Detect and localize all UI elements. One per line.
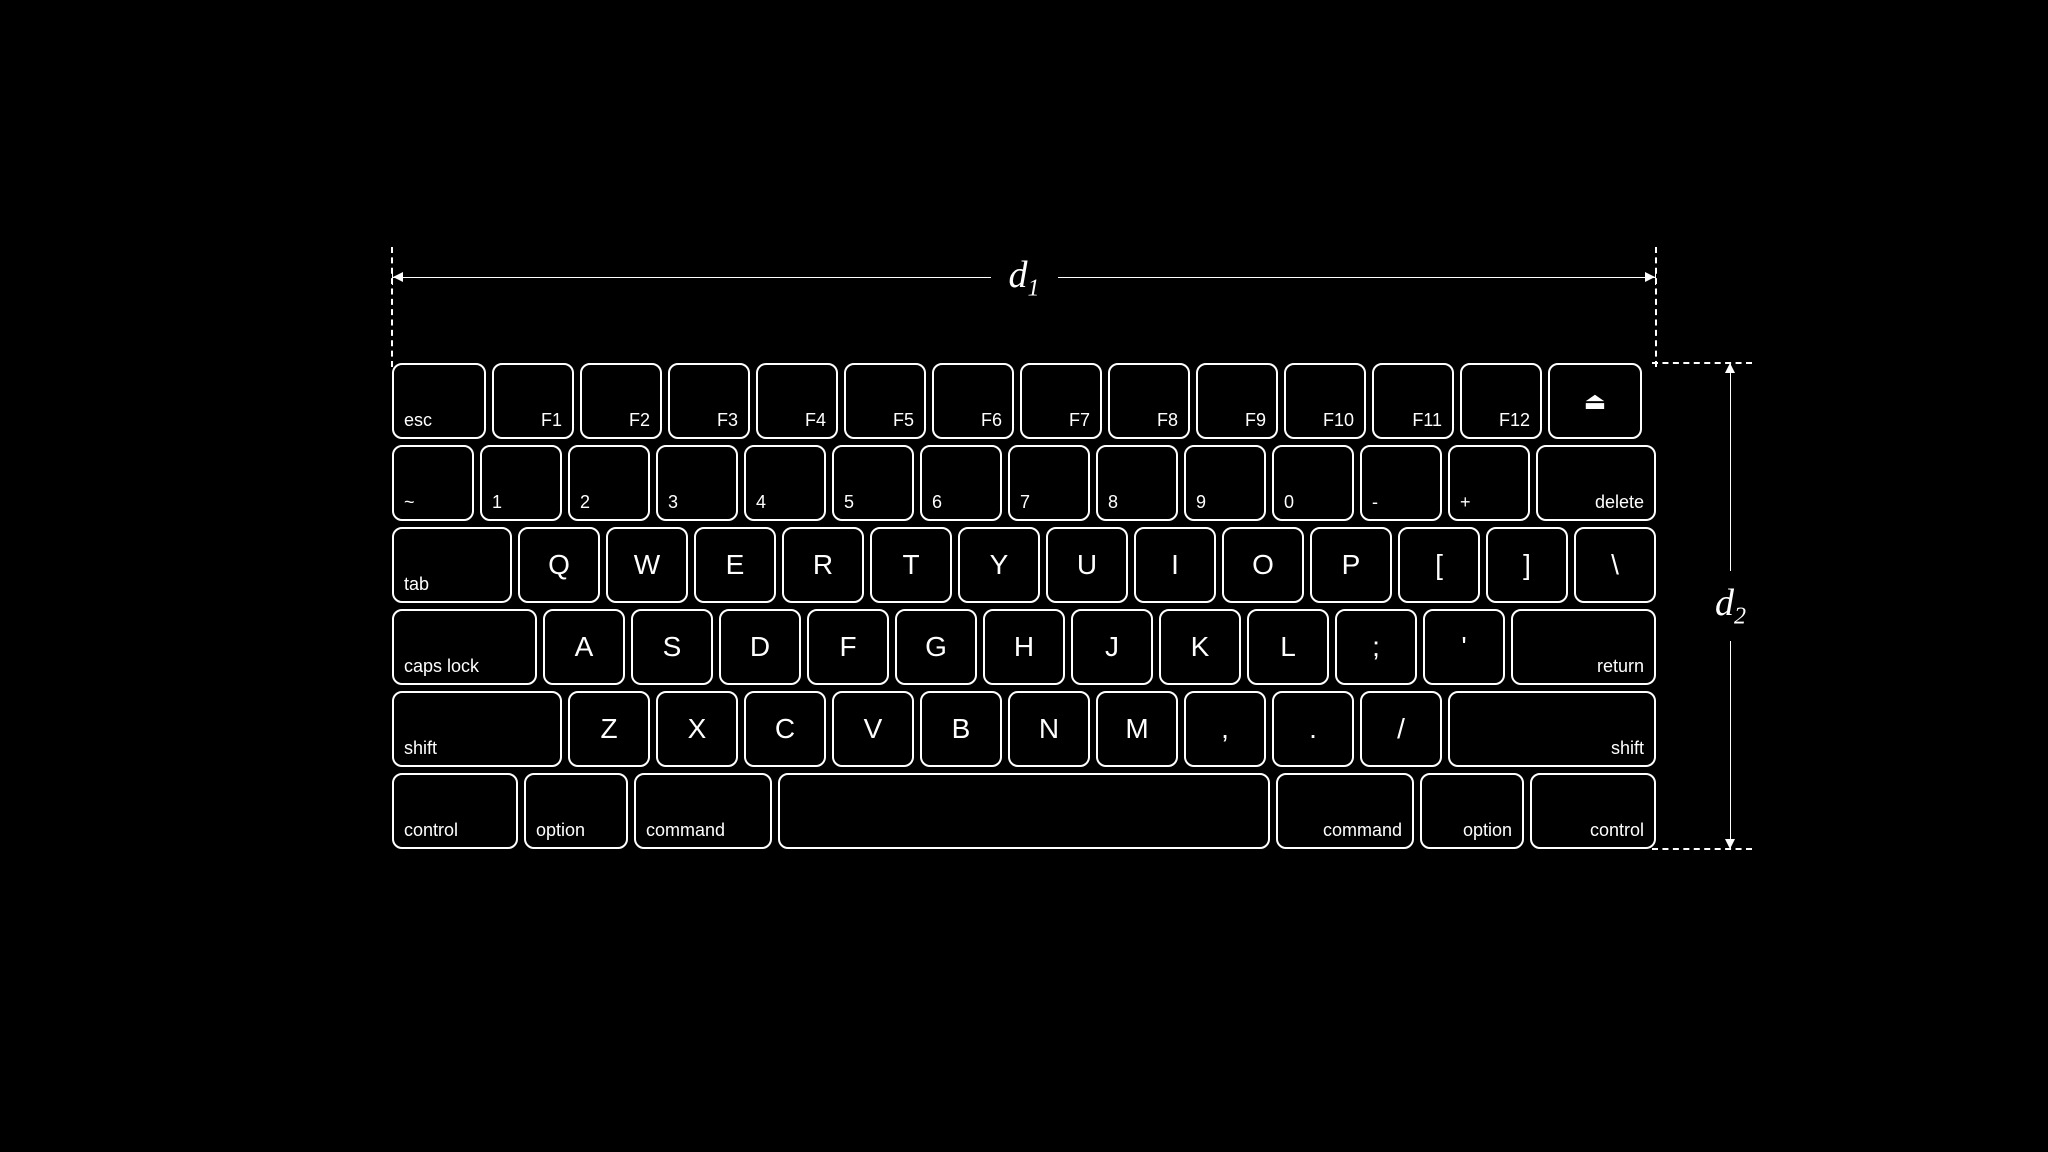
key-f7[interactable]: F7 xyxy=(1020,363,1102,439)
key-option-r[interactable]: option xyxy=(1420,773,1524,849)
key-backslash[interactable]: \ xyxy=(1574,527,1656,603)
key-c[interactable]: C xyxy=(744,691,826,767)
key-row-row-qwerty: tabQWERTYUIOP[]\ xyxy=(392,527,1656,603)
key-plus[interactable]: + xyxy=(1448,445,1530,521)
key-row-row-shift: shiftZXCVBNM,./shift xyxy=(392,691,1656,767)
key-tilde[interactable]: ~ xyxy=(392,445,474,521)
key-f4[interactable]: F4 xyxy=(756,363,838,439)
key-2[interactable]: 2 xyxy=(568,445,650,521)
key-l[interactable]: L xyxy=(1247,609,1329,685)
key-h[interactable]: H xyxy=(983,609,1065,685)
d1-label: d1 xyxy=(1009,253,1040,303)
key-lbracket[interactable]: [ xyxy=(1398,527,1480,603)
key-eject[interactable]: ⏏ xyxy=(1548,363,1642,439)
key-g[interactable]: G xyxy=(895,609,977,685)
key-k[interactable]: K xyxy=(1159,609,1241,685)
key-v[interactable]: V xyxy=(832,691,914,767)
key-command-l[interactable]: command xyxy=(634,773,772,849)
key-t[interactable]: T xyxy=(870,527,952,603)
key-9[interactable]: 9 xyxy=(1184,445,1266,521)
key-f2[interactable]: F2 xyxy=(580,363,662,439)
keyboard: escF1F2F3F4F5F6F7F8F9F10F11F12⏏~12345678… xyxy=(392,363,1656,849)
key-a[interactable]: A xyxy=(543,609,625,685)
key-f[interactable]: F xyxy=(807,609,889,685)
key-7[interactable]: 7 xyxy=(1008,445,1090,521)
key-f1[interactable]: F1 xyxy=(492,363,574,439)
key-s[interactable]: S xyxy=(631,609,713,685)
key-i[interactable]: I xyxy=(1134,527,1216,603)
key-1[interactable]: 1 xyxy=(480,445,562,521)
key-f6[interactable]: F6 xyxy=(932,363,1014,439)
key-row-row-fn: escF1F2F3F4F5F6F7F8F9F10F11F12⏏ xyxy=(392,363,1656,439)
key-q[interactable]: Q xyxy=(518,527,600,603)
key-row-row-home: caps lockASDFGHJKL;'return xyxy=(392,609,1656,685)
key-row-row-bottom: controloptioncommandcommandoptioncontrol xyxy=(392,773,1656,849)
key-b[interactable]: B xyxy=(920,691,1002,767)
key-x[interactable]: X xyxy=(656,691,738,767)
key-return[interactable]: return xyxy=(1511,609,1656,685)
key-option-l[interactable]: option xyxy=(524,773,628,849)
key-o[interactable]: O xyxy=(1222,527,1304,603)
key-j[interactable]: J xyxy=(1071,609,1153,685)
key-minus[interactable]: - xyxy=(1360,445,1442,521)
key-period[interactable]: . xyxy=(1272,691,1354,767)
d2-label: d2 xyxy=(1715,581,1746,631)
key-p[interactable]: P xyxy=(1310,527,1392,603)
key-y[interactable]: Y xyxy=(958,527,1040,603)
key-m[interactable]: M xyxy=(1096,691,1178,767)
key-f3[interactable]: F3 xyxy=(668,363,750,439)
key-0[interactable]: 0 xyxy=(1272,445,1354,521)
key-w[interactable]: W xyxy=(606,527,688,603)
key-r[interactable]: R xyxy=(782,527,864,603)
key-z[interactable]: Z xyxy=(568,691,650,767)
key-f9[interactable]: F9 xyxy=(1196,363,1278,439)
key-command-r[interactable]: command xyxy=(1276,773,1414,849)
key-tab[interactable]: tab xyxy=(392,527,512,603)
key-6[interactable]: 6 xyxy=(920,445,1002,521)
key-esc[interactable]: esc xyxy=(392,363,486,439)
key-space[interactable] xyxy=(778,773,1270,849)
key-caps[interactable]: caps lock xyxy=(392,609,537,685)
key-8[interactable]: 8 xyxy=(1096,445,1178,521)
key-3[interactable]: 3 xyxy=(656,445,738,521)
key-row-row-num: ~1234567890-+delete xyxy=(392,445,1656,521)
key-shift-r[interactable]: shift xyxy=(1448,691,1656,767)
key-f12[interactable]: F12 xyxy=(1460,363,1542,439)
key-f5[interactable]: F5 xyxy=(844,363,926,439)
key-5[interactable]: 5 xyxy=(832,445,914,521)
key-control-l[interactable]: control xyxy=(392,773,518,849)
key-n[interactable]: N xyxy=(1008,691,1090,767)
key-u[interactable]: U xyxy=(1046,527,1128,603)
key-delete[interactable]: delete xyxy=(1536,445,1656,521)
key-e[interactable]: E xyxy=(694,527,776,603)
key-d[interactable]: D xyxy=(719,609,801,685)
key-semicolon[interactable]: ; xyxy=(1335,609,1417,685)
key-f10[interactable]: F10 xyxy=(1284,363,1366,439)
key-f8[interactable]: F8 xyxy=(1108,363,1190,439)
key-quote[interactable]: ' xyxy=(1423,609,1505,685)
key-control-r[interactable]: control xyxy=(1530,773,1656,849)
key-slash[interactable]: / xyxy=(1360,691,1442,767)
key-rbracket[interactable]: ] xyxy=(1486,527,1568,603)
key-shift-l[interactable]: shift xyxy=(392,691,562,767)
key-comma[interactable]: , xyxy=(1184,691,1266,767)
key-f11[interactable]: F11 xyxy=(1372,363,1454,439)
key-4[interactable]: 4 xyxy=(744,445,826,521)
